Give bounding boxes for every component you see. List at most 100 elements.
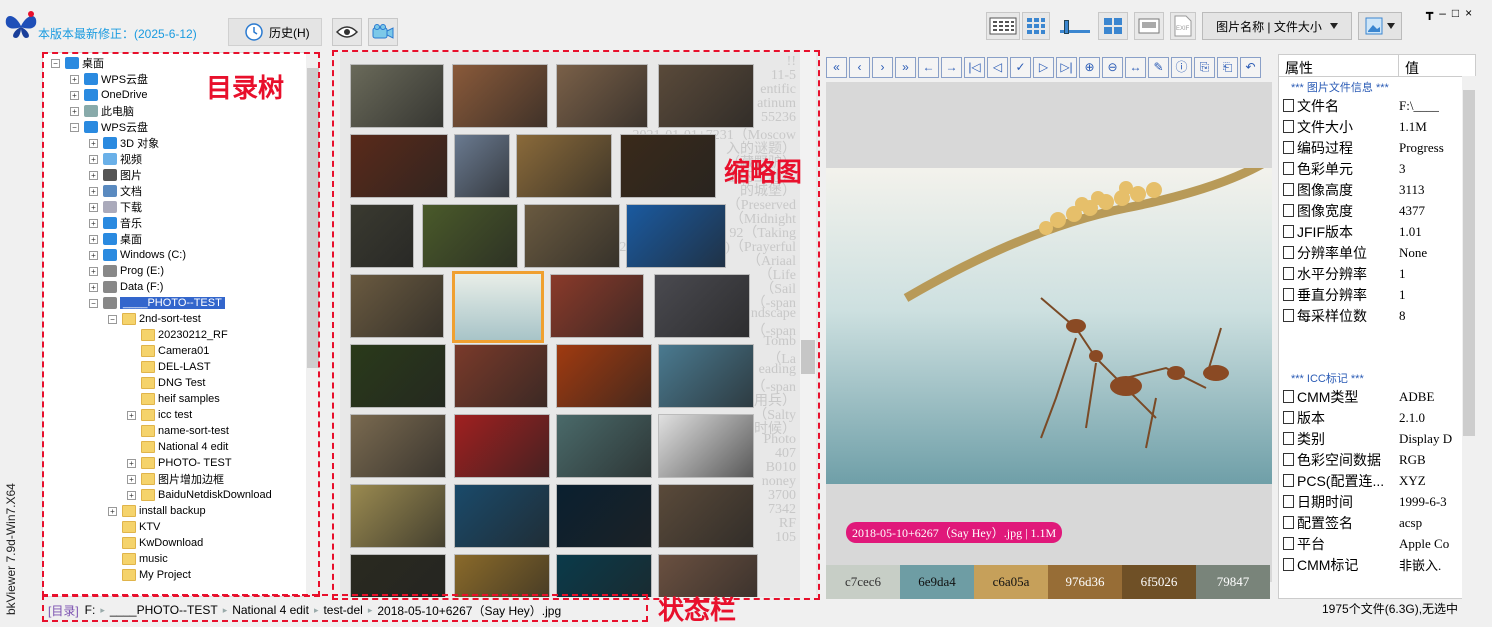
fit-width-icon[interactable]: ↔: [1125, 56, 1146, 78]
window-controls[interactable]: ┳–□×: [1426, 6, 1478, 20]
property-row[interactable]: 图像高度 3113: [1279, 179, 1475, 200]
property-key: 色彩空间数据: [1279, 450, 1399, 470]
property-value: RGB: [1399, 451, 1426, 467]
property-row[interactable]: 日期时间 1999-6-3: [1279, 491, 1475, 512]
version-label: bkViewer 7.9d-Win7.X64: [4, 483, 18, 615]
paste-icon[interactable]: ⎗: [1217, 56, 1238, 78]
property-row[interactable]: 图像宽度 4377: [1279, 200, 1475, 221]
prev-frame-icon[interactable]: |◁: [964, 56, 985, 78]
sort-label: 图片名称 | 文件大小: [1216, 19, 1322, 34]
property-row[interactable]: JFIF版本 1.01: [1279, 221, 1475, 242]
update-notice[interactable]: 本版本最新修正：(2025-6-12): [38, 25, 197, 42]
check-icon[interactable]: ✓: [1010, 56, 1031, 78]
property-row[interactable]: 色彩空间数据 RGB: [1279, 449, 1475, 470]
property-row[interactable]: 类别 Display D: [1279, 428, 1475, 449]
property-row[interactable]: 文件名 F:\____: [1279, 95, 1475, 116]
viewer-toolbar[interactable]: «‹ ›» ← → |◁ ◁ ✓ ▷ ▷| ⊕ ⊖ ↔ ✎ ⓘ ⎘ ⎗ ↶: [826, 54, 1272, 80]
last-icon[interactable]: »: [895, 56, 916, 78]
property-key: 类别: [1279, 429, 1399, 449]
property-value: 1.1M: [1399, 118, 1427, 134]
document-icon: [1283, 453, 1294, 466]
properties-panel[interactable]: 属性 值 *** 图片文件信息 *** 文件名 F:\____ 文件大小 1.1M 编码过…: [1278, 54, 1476, 599]
first-icon[interactable]: «: [826, 56, 847, 78]
property-value: 3113: [1399, 181, 1425, 197]
property-row[interactable]: 垂直分辨率 1: [1279, 284, 1475, 305]
image-icon: [1365, 17, 1383, 35]
document-icon: [1283, 183, 1294, 196]
property-row[interactable]: 版本 2.1.0: [1279, 407, 1475, 428]
video-camera-icon: [372, 24, 394, 39]
copy-icon[interactable]: ⎘: [1194, 56, 1215, 78]
property-key: 水平分辨率: [1279, 264, 1399, 284]
props-section-header: *** 图片文件信息 ***: [1291, 82, 1389, 94]
grid-large-button[interactable]: [1098, 12, 1128, 40]
thumb-size-slider[interactable]: [1058, 14, 1092, 38]
property-value: F:\____: [1399, 97, 1440, 113]
close-icon[interactable]: ×: [1465, 6, 1478, 20]
property-value: 1: [1399, 286, 1406, 302]
property-key-text: 日期时间: [1297, 493, 1353, 510]
property-key-text: 类别: [1297, 430, 1325, 447]
history-label: 历史(H): [269, 25, 310, 40]
sort-dropdown[interactable]: 图片名称 | 文件大小: [1202, 12, 1352, 40]
document-icon: [1283, 225, 1294, 238]
next-icon[interactable]: ›: [872, 56, 893, 78]
tree-highlight-frame: [42, 52, 320, 597]
palette-swatch[interactable]: 79847: [1196, 565, 1270, 599]
value-column-header[interactable]: 值: [1399, 55, 1425, 76]
property-row[interactable]: 每采样位数 8: [1279, 305, 1475, 326]
property-row[interactable]: PCS(配置连... XYZ: [1279, 470, 1475, 491]
palette-swatch[interactable]: 6f5026: [1122, 565, 1196, 599]
pin-icon[interactable]: ┳: [1426, 6, 1439, 20]
image-mode-dropdown[interactable]: [1358, 12, 1402, 40]
eye-button[interactable]: [332, 18, 362, 46]
play-back-icon[interactable]: ◁: [987, 56, 1008, 78]
status-highlight-frame: [42, 594, 648, 622]
document-icon: [1283, 267, 1294, 280]
document-icon: [1283, 246, 1294, 259]
palette-swatch[interactable]: c7cec6: [826, 565, 900, 599]
document-icon: [1283, 309, 1294, 322]
property-value: 1999-6-3: [1399, 493, 1447, 509]
main-photo[interactable]: [826, 168, 1272, 484]
play-icon[interactable]: ▷: [1033, 56, 1054, 78]
property-value: 4377: [1399, 202, 1425, 218]
edit-icon[interactable]: ✎: [1148, 56, 1169, 78]
property-row[interactable]: 文件大小 1.1M: [1279, 116, 1475, 137]
undo-icon[interactable]: ↶: [1240, 56, 1261, 78]
zoom-out-icon[interactable]: ⊖: [1102, 56, 1123, 78]
camera-button[interactable]: [368, 18, 398, 46]
forward-icon[interactable]: →: [941, 56, 962, 78]
info-icon[interactable]: ⓘ: [1171, 56, 1192, 78]
property-key: 版本: [1279, 408, 1399, 428]
property-key: 编码过程: [1279, 138, 1399, 158]
property-key-text: JFIF版本: [1297, 223, 1353, 240]
palette-swatch[interactable]: c6a05a: [974, 565, 1048, 599]
filmstrip-button[interactable]: [1134, 12, 1164, 40]
minimize-icon[interactable]: –: [1439, 6, 1452, 20]
prev-icon[interactable]: ‹: [849, 56, 870, 78]
back-icon[interactable]: ←: [918, 56, 939, 78]
property-row[interactable]: 色彩单元 3: [1279, 158, 1475, 179]
property-row[interactable]: CMM类型 ADBE: [1279, 386, 1475, 407]
props-scrollbar-thumb[interactable]: [1463, 90, 1475, 436]
clock-icon: [245, 23, 263, 41]
property-row[interactable]: 分辨率单位 None: [1279, 242, 1475, 263]
palette-swatch[interactable]: 976d36: [1048, 565, 1122, 599]
maximize-icon[interactable]: □: [1452, 6, 1465, 20]
property-key: CMM类型: [1279, 387, 1399, 407]
attr-column-header[interactable]: 属性: [1279, 55, 1399, 76]
history-button[interactable]: 历史(H): [228, 18, 322, 46]
property-row[interactable]: 编码过程 Progress: [1279, 137, 1475, 158]
property-row[interactable]: 配置签名 acsp: [1279, 512, 1475, 533]
property-row[interactable]: 平台 Apple Co: [1279, 533, 1475, 554]
grid-medium-button[interactable]: [1022, 12, 1050, 40]
palette-swatch[interactable]: 6e9da4: [900, 565, 974, 599]
document-icon: [1283, 411, 1294, 424]
property-row[interactable]: CMM标记 非嵌入.: [1279, 554, 1475, 575]
zoom-in-icon[interactable]: ⊕: [1079, 56, 1100, 78]
grid-small-button[interactable]: [986, 12, 1020, 40]
exif-button[interactable]: EXIF: [1170, 12, 1196, 40]
next-frame-icon[interactable]: ▷|: [1056, 56, 1077, 78]
property-row[interactable]: 水平分辨率 1: [1279, 263, 1475, 284]
